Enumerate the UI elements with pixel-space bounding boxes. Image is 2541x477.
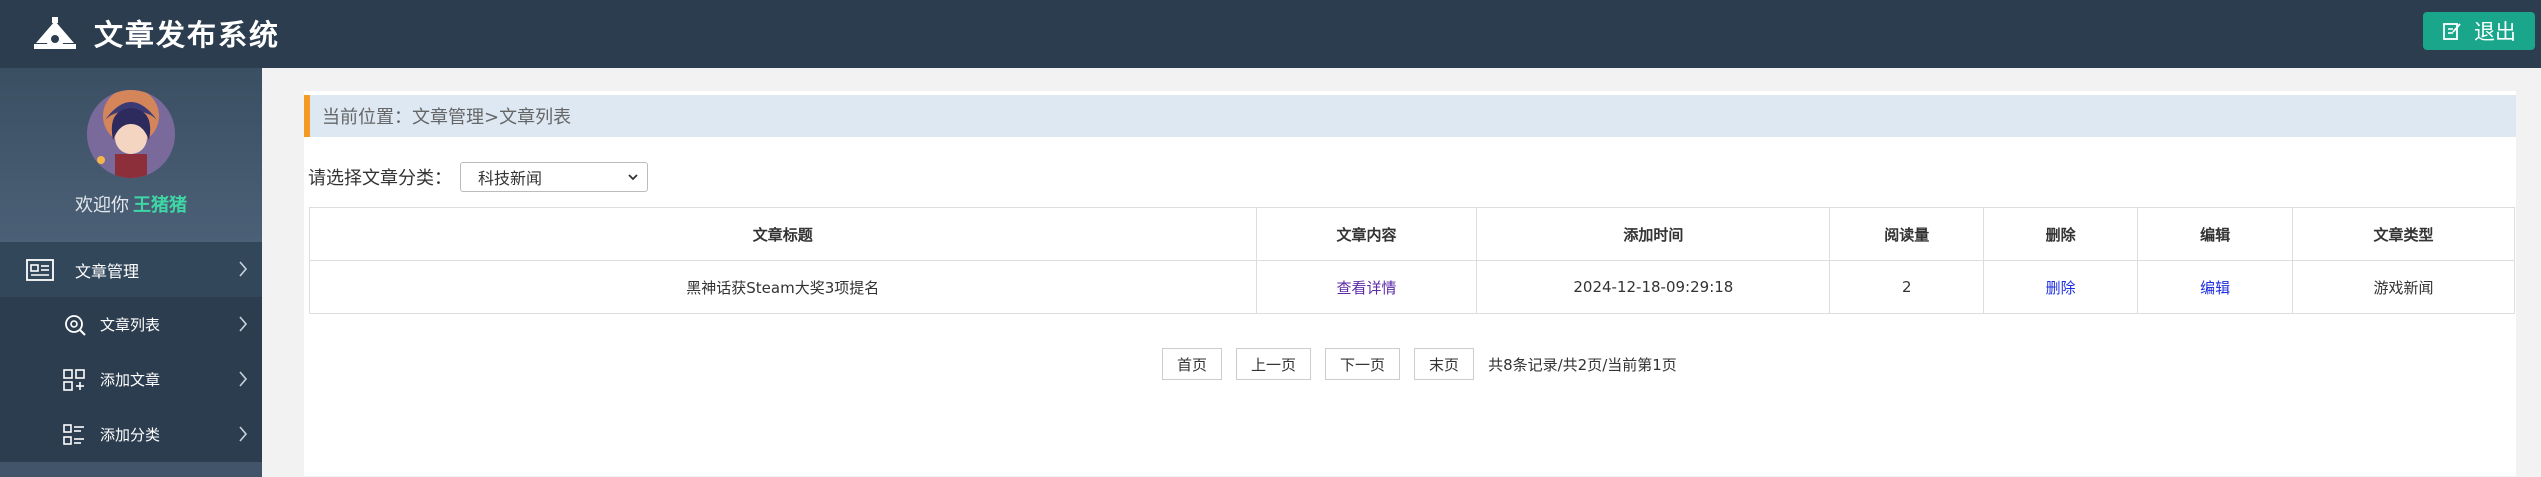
menu-article-list[interactable]: 文章列表 — [0, 297, 262, 352]
col-header-edit: 编辑 — [2137, 207, 2294, 261]
pagination-info: 共8条记录/共2页/当前第1页 — [1488, 355, 1677, 374]
list-category-icon — [63, 423, 84, 445]
table-row: 黑神话获Steam大奖3项提名 查看详情 2024-12-18-09:29:18… — [309, 260, 2515, 314]
cell-delete: 删除 — [1983, 260, 2139, 314]
menu-add-category[interactable]: 添加分类 — [0, 407, 262, 462]
col-header-delete: 删除 — [1983, 207, 2139, 261]
chevron-right-icon — [239, 316, 248, 332]
category-selected: 科技新闻 — [478, 169, 543, 188]
category-filter: 请选择文章分类： 科技新闻 — [308, 162, 648, 192]
logout-label: 退出 — [2474, 20, 2516, 44]
logo: 文章发布系统 — [32, 12, 280, 54]
menu-divider — [0, 462, 262, 477]
menu-label: 添加文章 — [100, 371, 161, 389]
main-area: 当前位置：文章管理>文章列表 请选择文章分类： 科技新闻 文章标题 文章内容 添… — [262, 68, 2541, 476]
welcome-prefix: 欢迎你 — [75, 195, 129, 216]
sidebar: 欢迎你 王猪猪 文章管理 文章列表 添加文章 添加分类 — [0, 68, 262, 477]
user-profile: 欢迎你 王猪猪 — [0, 68, 262, 242]
category-select[interactable]: 科技新闻 — [460, 162, 648, 192]
edit-link[interactable]: 编辑 — [2200, 279, 2230, 297]
table-header-row: 文章标题 文章内容 添加时间 阅读量 删除 编辑 文章类型 — [309, 207, 2515, 261]
menu-add-article[interactable]: 添加文章 — [0, 352, 262, 407]
col-header-reads: 阅读量 — [1829, 207, 1985, 261]
top-header: 文章发布系统 退出 — [0, 0, 2541, 68]
col-header-time: 添加时间 — [1476, 207, 1831, 261]
article-manage-icon — [26, 258, 54, 281]
cell-content: 查看详情 — [1255, 260, 1478, 314]
cell-time: 2024-12-18-09:29:18 — [1476, 260, 1831, 314]
pagination: 首页 上一页 下一页 末页 共8条记录/共2页/当前第1页 — [1162, 348, 1677, 380]
search-list-icon — [65, 314, 86, 336]
breadcrumb-text: 当前位置：文章管理>文章列表 — [322, 107, 572, 128]
avatar — [87, 90, 175, 178]
cell-reads: 2 — [1829, 260, 1985, 314]
cell-edit: 编辑 — [2137, 260, 2294, 314]
logout-button[interactable]: 退出 — [2423, 12, 2535, 50]
view-details-link[interactable]: 查看详情 — [1336, 279, 1396, 297]
prev-page-button[interactable]: 上一页 — [1236, 348, 1312, 380]
last-page-button[interactable]: 末页 — [1414, 348, 1475, 380]
welcome-text: 欢迎你 王猪猪 — [0, 191, 262, 217]
grid-add-icon — [63, 368, 85, 391]
breadcrumb: 当前位置：文章管理>文章列表 — [304, 95, 2516, 137]
col-header-content: 文章内容 — [1255, 207, 1478, 261]
col-header-title: 文章标题 — [309, 207, 1257, 261]
cell-type: 游戏新闻 — [2292, 260, 2515, 314]
gear-house-icon — [34, 17, 76, 49]
edit-icon — [2443, 23, 2461, 40]
delete-link[interactable]: 删除 — [2046, 279, 2076, 297]
username: 王猪猪 — [133, 195, 187, 216]
chevron-right-icon — [239, 426, 248, 442]
col-header-type: 文章类型 — [2292, 207, 2515, 261]
chevron-right-icon — [239, 371, 248, 387]
menu-label: 文章管理 — [75, 261, 140, 281]
cell-title: 黑神话获Steam大奖3项提名 — [309, 260, 1257, 314]
app-title: 文章发布系统 — [94, 18, 281, 52]
article-table: 文章标题 文章内容 添加时间 阅读量 删除 编辑 文章类型 黑神话获Steam大… — [309, 207, 2515, 314]
chevron-down-icon — [628, 174, 638, 181]
next-page-button[interactable]: 下一页 — [1325, 348, 1401, 380]
menu-label: 文章列表 — [100, 316, 161, 334]
first-page-button[interactable]: 首页 — [1162, 348, 1223, 380]
menu-article-manage[interactable]: 文章管理 — [0, 242, 262, 297]
menu-label: 添加分类 — [100, 426, 161, 444]
category-label: 请选择文章分类： — [308, 168, 452, 189]
chevron-right-icon — [239, 261, 248, 277]
